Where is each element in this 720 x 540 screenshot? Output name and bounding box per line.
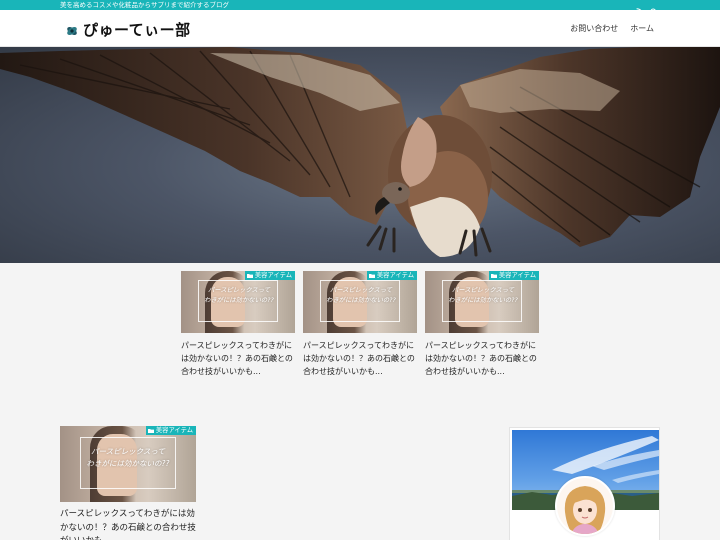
post-title[interactable]: パースピレックスってわきがには効かないの！？あの石鹸との合わせ技がいいかも...	[60, 508, 196, 540]
leaf-logo-icon	[65, 23, 79, 37]
thumbnail-caption: パースピレックスって わきがには効かないの??	[448, 287, 518, 304]
site-header: ぴゅーてぃー部 お問い合わせ ホーム	[0, 10, 720, 47]
site-title: ぴゅーてぃー部	[83, 21, 191, 39]
featured-card[interactable]: パースピレックスって わきがには効かないの?? 美容アイテム パースピレックスって…	[181, 271, 295, 378]
category-badge[interactable]: 美容アイテム	[488, 271, 539, 280]
post-thumbnail[interactable]: パースピレックスって わきがには効かないの?? 美容アイテム	[181, 271, 295, 333]
vulture-illustration	[0, 47, 720, 257]
featured-card[interactable]: パースピレックスって わきがには効かないの?? 美容アイテム パースピレックスって…	[303, 271, 417, 378]
main-nav: お問い合わせ ホーム	[570, 23, 654, 35]
thumbnail-caption: パースピレックスって わきがには効かないの??	[204, 287, 274, 304]
post-thumbnail[interactable]: パースピレックスって わきがには効かないの?? 美容アイテム	[425, 271, 539, 333]
category-badge[interactable]: 美容アイテム	[366, 271, 417, 280]
folder-icon	[490, 274, 497, 278]
anime-girl-avatar	[557, 478, 613, 534]
profile-avatar	[555, 476, 615, 536]
top-bar-icons	[636, 1, 658, 16]
top-bar: 美を高めるコスメや化粧品からサプリまで紹介するブログ	[0, 0, 720, 16]
site-tagline: 美を高めるコスメや化粧品からサプリまで紹介するブログ	[60, 1, 229, 9]
featured-card[interactable]: パースピレックスって わきがには効かないの?? 美容アイテム パースピレックスって…	[425, 271, 539, 378]
category-badge[interactable]: 美容アイテム	[145, 426, 196, 435]
post-title[interactable]: パースピレックスってわきがには効かないの！？あの石鹸との合わせ技がいいかも...	[181, 339, 295, 378]
folder-icon	[147, 429, 154, 433]
nav-item-home[interactable]: ホーム	[630, 23, 654, 35]
post-card[interactable]: パースピレックスって わきがには効かないの?? 美容アイテム パースピレックスって…	[60, 426, 196, 540]
nav-item-contact[interactable]: お問い合わせ	[570, 23, 618, 35]
rss-icon[interactable]	[636, 1, 644, 16]
search-icon[interactable]	[650, 1, 658, 16]
folder-icon	[368, 274, 375, 278]
post-title[interactable]: パースピレックスってわきがには効かないの！？あの石鹸との合わせ技がいいかも...	[303, 339, 417, 378]
folder-icon	[246, 274, 253, 278]
post-thumbnail[interactable]: パースピレックスって わきがには効かないの?? 美容アイテム	[303, 271, 417, 333]
thumbnail-caption: パースピレックスって わきがには効かないの??	[326, 287, 396, 304]
thumbnail-caption: パースピレックスって わきがには効かないの??	[86, 447, 170, 468]
site-logo[interactable]: ぴゅーてぃー部	[65, 19, 191, 40]
post-title[interactable]: パースピレックスってわきがには効かないの！？あの石鹸との合わせ技がいいかも...	[425, 339, 539, 378]
post-thumbnail[interactable]: パースピレックスって わきがには効かないの?? 美容アイテム	[60, 426, 196, 502]
sidebar-profile-widget	[509, 427, 660, 540]
hero-image	[0, 47, 720, 263]
category-badge[interactable]: 美容アイテム	[244, 271, 295, 280]
